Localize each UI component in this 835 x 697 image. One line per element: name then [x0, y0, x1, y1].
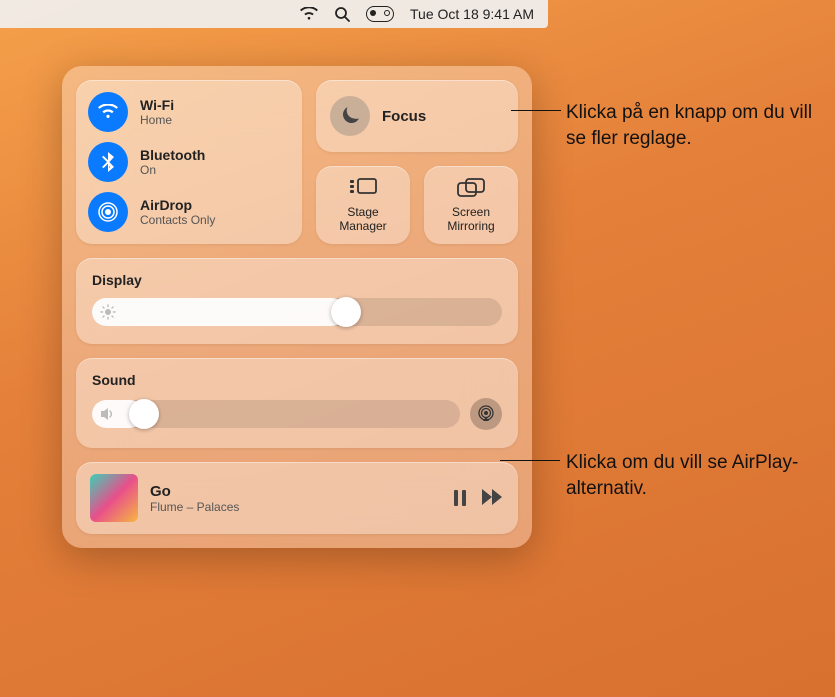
wifi-status: Home — [140, 113, 174, 127]
sound-slider[interactable] — [92, 400, 460, 428]
search-icon[interactable] — [334, 6, 350, 22]
screen-mirroring-button[interactable]: Screen Mirroring — [424, 166, 518, 244]
sound-title: Sound — [92, 372, 502, 388]
track-title: Go — [150, 483, 440, 500]
callout-focus: Klicka på en knapp om du vill se fler re… — [566, 100, 816, 151]
menubar: Tue Oct 18 9:41 AM — [0, 0, 548, 28]
control-center-icon[interactable] — [366, 6, 394, 22]
callout-airplay: Klicka om du vill se AirPlay-alternativ. — [566, 450, 816, 501]
connectivity-card: Wi-Fi Home Bluetooth On AirDrop — [76, 80, 302, 244]
bluetooth-label: Bluetooth — [140, 147, 205, 163]
pause-button[interactable] — [452, 489, 468, 507]
wifi-icon[interactable] — [300, 7, 318, 21]
next-track-button[interactable] — [482, 489, 504, 507]
airdrop-icon — [88, 192, 128, 232]
display-title: Display — [92, 272, 502, 288]
wifi-toggle[interactable]: Wi-Fi Home — [88, 92, 290, 132]
stage-manager-button[interactable]: Stage Manager — [316, 166, 410, 244]
stage-manager-icon — [348, 177, 378, 199]
bluetooth-status: On — [140, 163, 205, 177]
screen-mirroring-icon — [456, 177, 486, 199]
display-card: Display — [76, 258, 518, 344]
clock[interactable]: Tue Oct 18 9:41 AM — [410, 6, 534, 22]
brightness-icon — [100, 304, 116, 320]
album-art — [90, 474, 138, 522]
bluetooth-toggle[interactable]: Bluetooth On — [88, 142, 290, 182]
display-slider[interactable] — [92, 298, 502, 326]
wifi-icon — [88, 92, 128, 132]
airdrop-status: Contacts Only — [140, 213, 215, 227]
speaker-icon — [100, 407, 116, 421]
control-center-panel: Wi-Fi Home Bluetooth On AirDrop — [62, 66, 532, 548]
focus-label: Focus — [382, 108, 426, 125]
airdrop-toggle[interactable]: AirDrop Contacts Only — [88, 192, 290, 232]
wifi-label: Wi-Fi — [140, 97, 174, 113]
focus-button[interactable]: Focus — [316, 80, 518, 152]
track-subtitle: Flume – Palaces — [150, 500, 440, 514]
moon-icon — [330, 96, 370, 136]
sound-card: Sound — [76, 358, 518, 448]
stage-manager-label: Stage Manager — [322, 205, 404, 234]
screen-mirroring-label: Screen Mirroring — [430, 205, 512, 234]
airplay-audio-button[interactable] — [470, 398, 502, 430]
bluetooth-icon — [88, 142, 128, 182]
now-playing-card[interactable]: Go Flume – Palaces — [76, 462, 518, 534]
airdrop-label: AirDrop — [140, 197, 215, 213]
